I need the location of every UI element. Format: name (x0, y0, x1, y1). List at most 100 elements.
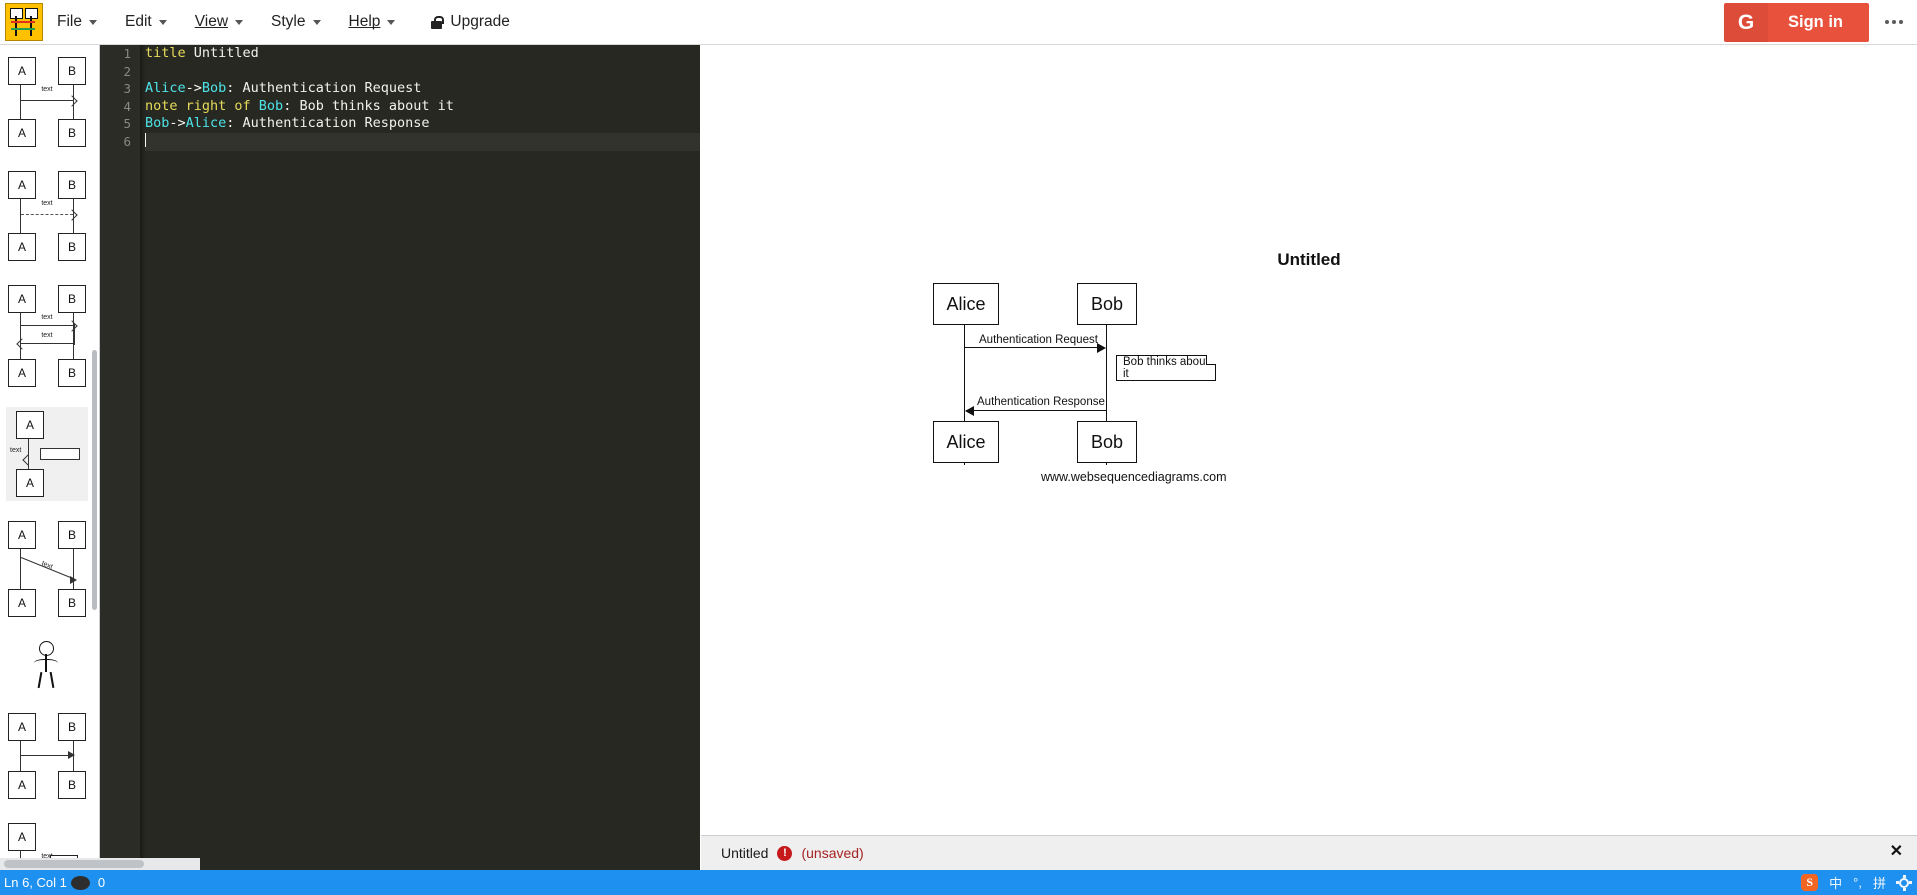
sidebar-item-self-message-note[interactable]: A text A (6, 407, 88, 501)
actor-label: B (58, 57, 86, 85)
actor-label: A (8, 57, 36, 85)
close-icon[interactable]: ✕ (1890, 844, 1903, 860)
chevron-down-icon (387, 19, 396, 25)
actor-label: A (8, 823, 36, 851)
menu-view[interactable]: View (181, 0, 257, 45)
note-text: Bob thinks about it (1123, 356, 1209, 380)
menu-help-label: Help (348, 13, 381, 30)
menu-help[interactable]: Help (335, 0, 410, 45)
message-label-response: Authentication Response (977, 396, 1105, 408)
template-label: text (41, 200, 53, 207)
file-status-bar: Untitled ! (unsaved) ✕ (701, 835, 1917, 870)
actor-box-alice-bottom: Alice (933, 421, 999, 463)
cursor-position-indicator: Ln 6, Col 1 (4, 875, 67, 890)
actor-label: B (58, 359, 86, 387)
more-options-icon[interactable] (1881, 12, 1907, 32)
arrow-head-icon (66, 95, 78, 107)
gear-icon[interactable] (1896, 874, 1912, 891)
file-name: Untitled (721, 845, 769, 861)
code-token: : Authentication Response (226, 115, 430, 132)
code-line[interactable]: Bob->Alice: Authentication Response (145, 115, 700, 133)
code-editor[interactable]: 1 2 3 4 5 6 title Untitled Alice->Bob: Au… (100, 45, 700, 875)
chevron-down-icon (312, 19, 321, 25)
actor-box-alice-top: Alice (933, 283, 999, 325)
arrow-head-icon (66, 209, 78, 221)
arrow-head-icon (68, 751, 75, 759)
line-number: 2 (123, 63, 131, 79)
status-dot-icon (70, 875, 90, 890)
sidebar-item-message-open-arrow[interactable]: A B text A B (6, 167, 88, 265)
actor-label: A (8, 359, 36, 387)
actor-label: A (8, 171, 36, 199)
line-number-gutter: 1 2 3 4 5 6 (100, 45, 140, 875)
actor-label: B (58, 713, 86, 741)
line-number: 1 (123, 46, 131, 61)
save-status: (unsaved) (801, 845, 864, 861)
message-line-response (966, 410, 1106, 412)
actor-box-bob-top: Bob (1077, 283, 1137, 325)
note-fold-corner (1206, 355, 1216, 365)
sidebar-item-message-solid-arrow[interactable]: A B text A B (6, 53, 88, 151)
code-token: Untitled (193, 45, 259, 61)
actor-label: B (58, 521, 86, 549)
message-line-request (965, 347, 1102, 349)
diagram-title: Untitled (1277, 250, 1341, 269)
code-token: -> (169, 115, 186, 132)
code-line[interactable]: Alice->Bob: Authentication Request (145, 80, 700, 98)
message-label-request: Authentication Request (979, 334, 1098, 346)
code-token: Bob (145, 115, 170, 132)
language-mode-toggle[interactable]: 中 (1829, 873, 1842, 892)
note-bob-thinks: Bob thinks about it (1116, 355, 1216, 381)
app-logo-icon[interactable] (5, 3, 43, 41)
code-line[interactable] (145, 63, 700, 81)
stickman-icon (8, 641, 90, 689)
punctuation-mode-toggle[interactable]: °, (1853, 875, 1862, 890)
code-text-area[interactable]: title Untitled Alice->Bob: Authentication… (140, 45, 700, 875)
chevron-down-icon (88, 19, 97, 25)
menu-file-label: File (57, 13, 82, 30)
menu-file[interactable]: File (43, 0, 111, 45)
actor-label: B (58, 233, 86, 261)
line-number: 5 (123, 116, 131, 132)
diagram-canvas[interactable]: Untitled Alice Bob Authentication Reques… (701, 45, 1917, 835)
menu-style-label: Style (271, 13, 306, 30)
actor-label: A (8, 119, 36, 147)
sidebar-item-message-down-arrow[interactable]: A B A B (6, 709, 88, 803)
sequence-diagram: Untitled Alice Bob Authentication Reques… (701, 45, 1917, 835)
line-number: 4 (123, 98, 131, 114)
input-method-toggle[interactable]: 拼 (1873, 873, 1886, 892)
sidebar-scrollbar[interactable] (92, 350, 97, 610)
lock-icon (431, 15, 444, 29)
code-token: Alice (185, 115, 227, 132)
template-sidebar[interactable]: A B text A B A B text A B A B text text … (0, 45, 100, 875)
actor-box-bob-bottom: Bob (1077, 421, 1137, 463)
actor-label: A (8, 285, 36, 313)
sidebar-item-actor-stickman[interactable] (6, 637, 88, 693)
code-line[interactable]: title Untitled (145, 45, 700, 63)
actor-label: A (16, 469, 44, 497)
editor-hscroll-thumb[interactable] (4, 860, 144, 868)
sogou-ime-icon[interactable]: S (1801, 874, 1819, 891)
menu-style[interactable]: Style (257, 0, 334, 45)
sidebar-item-message-diagonal-arrow[interactable]: A B text A B (6, 517, 88, 621)
code-line[interactable] (145, 132, 700, 151)
chevron-down-icon (235, 19, 244, 25)
actor-label: A (8, 713, 36, 741)
sidebar-item-message-request-response[interactable]: A B text text A B (6, 281, 88, 391)
google-sign-in-button[interactable]: G Sign in (1724, 3, 1869, 42)
actor-label: B (58, 285, 86, 313)
code-token: title (145, 45, 194, 61)
upgrade-button[interactable]: Upgrade (409, 0, 523, 45)
actor-label: A (8, 771, 36, 799)
menu-edit[interactable]: Edit (111, 0, 181, 45)
actor-label: A (8, 589, 36, 617)
code-token: : Authentication Request (226, 80, 422, 97)
diagram-footer-watermark: www.websequencediagrams.com (1041, 470, 1227, 484)
code-token: Bob (201, 80, 227, 97)
line-number: 6 (123, 133, 131, 149)
code-line[interactable]: note right of Bob: Bob thinks about it (145, 98, 700, 116)
code-token: : Bob thinks about it (283, 97, 454, 114)
actor-label: B (58, 771, 86, 799)
menu-bar: File Edit View Style Help Upgrade G Sign… (0, 0, 1917, 45)
text-caret (145, 132, 146, 147)
